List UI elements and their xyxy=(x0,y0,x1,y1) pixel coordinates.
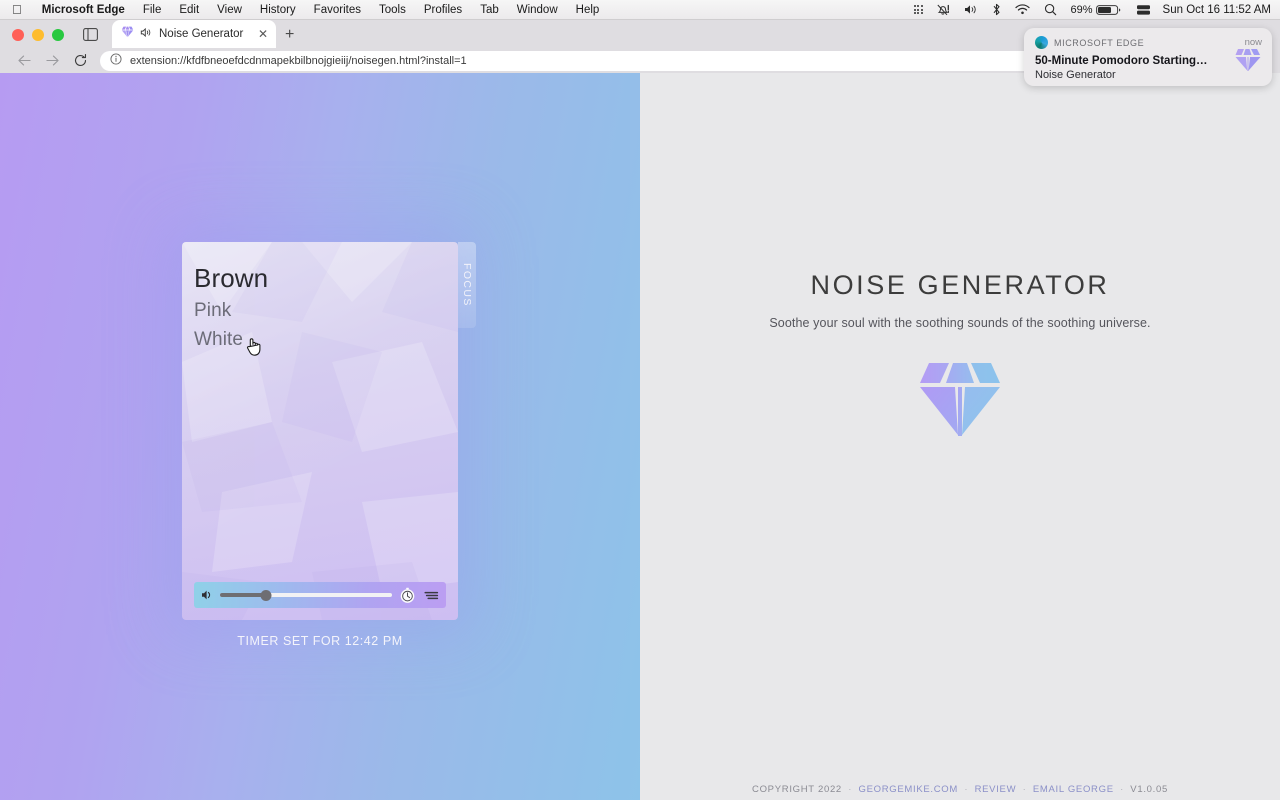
focus-tab[interactable]: FOCUS xyxy=(458,242,476,328)
page-viewport: Brown Pink White FOCUS TIMER SET FOR 12:… xyxy=(0,73,1280,800)
notification-header: MICROSOFT EDGE now xyxy=(1035,36,1262,49)
apple-logo-icon[interactable]:  xyxy=(0,3,33,16)
diamond-gem-logo xyxy=(918,360,1002,443)
speaker-playing-icon[interactable] xyxy=(140,25,153,43)
notification-app-name: MICROSOFT EDGE xyxy=(1054,37,1145,48)
window-controls xyxy=(10,29,64,48)
battery-percent-label: 69% xyxy=(1070,3,1093,16)
focus-tab-label: FOCUS xyxy=(461,263,473,307)
minimize-window-button[interactable] xyxy=(32,29,44,41)
arrow-left-icon[interactable] xyxy=(10,51,38,71)
volume-slider-fill xyxy=(220,593,267,597)
footer-copyright: COPYRIGHT 2022 xyxy=(752,784,842,795)
control-center-grid-icon[interactable] xyxy=(907,5,930,14)
hamburger-menu-icon[interactable] xyxy=(422,586,440,604)
reload-icon[interactable] xyxy=(66,51,94,71)
wifi-icon[interactable] xyxy=(1008,4,1037,15)
spotlight-search-icon[interactable] xyxy=(1037,3,1064,16)
maximize-window-button[interactable] xyxy=(52,29,64,41)
sidebar-panel-icon[interactable] xyxy=(80,24,100,44)
notification-title: 50-Minute Pomodoro Starting… xyxy=(1035,55,1208,67)
menu-item-favorites[interactable]: Favorites xyxy=(305,4,370,16)
footer-link-email-george[interactable]: EMAIL GEORGE xyxy=(1033,784,1114,795)
battery-icon[interactable]: 69% xyxy=(1064,4,1129,16)
noise-generator-panel: Brown Pink White FOCUS TIMER SET FOR 12:… xyxy=(0,73,640,800)
close-icon[interactable]: ✕ xyxy=(256,28,270,40)
volume-icon[interactable] xyxy=(957,4,985,15)
menu-item-window[interactable]: Window xyxy=(508,4,567,16)
sound-option-white[interactable]: White xyxy=(194,328,446,352)
browser-tab-noise-generator[interactable]: Noise Generator ✕ xyxy=(112,20,276,48)
diamond-gem-favicon xyxy=(121,25,134,43)
footer-separator: · xyxy=(1022,784,1027,795)
menu-item-microsoft-edge[interactable]: Microsoft Edge xyxy=(33,4,134,16)
display-mirroring-icon[interactable] xyxy=(1129,4,1158,16)
footer-link-georgemike[interactable]: GEORGEMIKE.COM xyxy=(858,784,958,795)
menu-item-edit[interactable]: Edit xyxy=(170,4,208,16)
diamond-gem-icon xyxy=(1235,48,1261,77)
sound-option-pink[interactable]: Pink xyxy=(194,299,446,323)
footer-separator: · xyxy=(964,784,969,795)
footer-separator: · xyxy=(1120,784,1124,795)
system-notification[interactable]: MICROSOFT EDGE now 50-Minute Pomodoro St… xyxy=(1024,28,1272,86)
screen:  Microsoft Edge File Edit View History … xyxy=(0,0,1280,800)
page-subtitle: Soothe your soul with the soothing sound… xyxy=(769,316,1151,330)
notification-alert-icon[interactable] xyxy=(930,4,957,16)
tab-title: Noise Generator xyxy=(159,28,244,40)
player-bar xyxy=(194,582,446,608)
bluetooth-icon[interactable] xyxy=(985,3,1008,16)
sound-card: Brown Pink White xyxy=(182,242,458,620)
pointing-hand-cursor xyxy=(246,337,262,357)
address-bar-url: extension://kfdfbneoefdcdnmapekbilbnojgi… xyxy=(130,54,467,67)
menu-bar-status-area: 69% Sun Oct 16 11:52 AM xyxy=(907,3,1280,16)
sound-card-wrapper: Brown Pink White FOCUS TIMER SET FOR 12:… xyxy=(182,242,476,648)
sound-options-list: Brown Pink White xyxy=(194,262,446,352)
menu-item-help[interactable]: Help xyxy=(567,4,609,16)
microsoft-edge-icon xyxy=(1035,36,1048,49)
sound-option-brown[interactable]: Brown xyxy=(194,262,446,295)
volume-slider[interactable] xyxy=(220,588,392,602)
menu-item-tab[interactable]: Tab xyxy=(471,4,508,16)
close-window-button[interactable] xyxy=(12,29,24,41)
main-content: NOISE GENERATOR Soothe your soul with th… xyxy=(640,73,1280,800)
timer-status-label: TIMER SET FOR 12:42 PM xyxy=(237,634,403,648)
arrow-right-icon[interactable] xyxy=(38,51,66,71)
menu-item-history[interactable]: History xyxy=(251,4,305,16)
menu-item-profiles[interactable]: Profiles xyxy=(415,4,471,16)
footer: COPYRIGHT 2022 · GEORGEMIKE.COM · REVIEW… xyxy=(640,784,1280,795)
footer-version: V1.0.05 xyxy=(1130,784,1168,795)
stopwatch-icon[interactable] xyxy=(398,586,416,604)
menu-item-view[interactable]: View xyxy=(208,4,251,16)
speaker-icon[interactable] xyxy=(200,589,214,601)
info-circle-icon[interactable] xyxy=(110,52,122,70)
footer-separator: · xyxy=(848,784,853,795)
macos-menu-bar:  Microsoft Edge File Edit View History … xyxy=(0,0,1280,20)
notification-timestamp: now xyxy=(1244,37,1262,48)
menu-item-tools[interactable]: Tools xyxy=(370,4,415,16)
page-title: NOISE GENERATOR xyxy=(810,270,1110,300)
new-tab-button[interactable]: + xyxy=(285,27,294,43)
notification-body: Noise Generator xyxy=(1035,69,1116,81)
volume-slider-thumb[interactable] xyxy=(260,589,272,601)
menu-item-file[interactable]: File xyxy=(134,4,171,16)
menu-bar-clock[interactable]: Sun Oct 16 11:52 AM xyxy=(1158,4,1271,16)
footer-link-review[interactable]: REVIEW xyxy=(975,784,1017,795)
